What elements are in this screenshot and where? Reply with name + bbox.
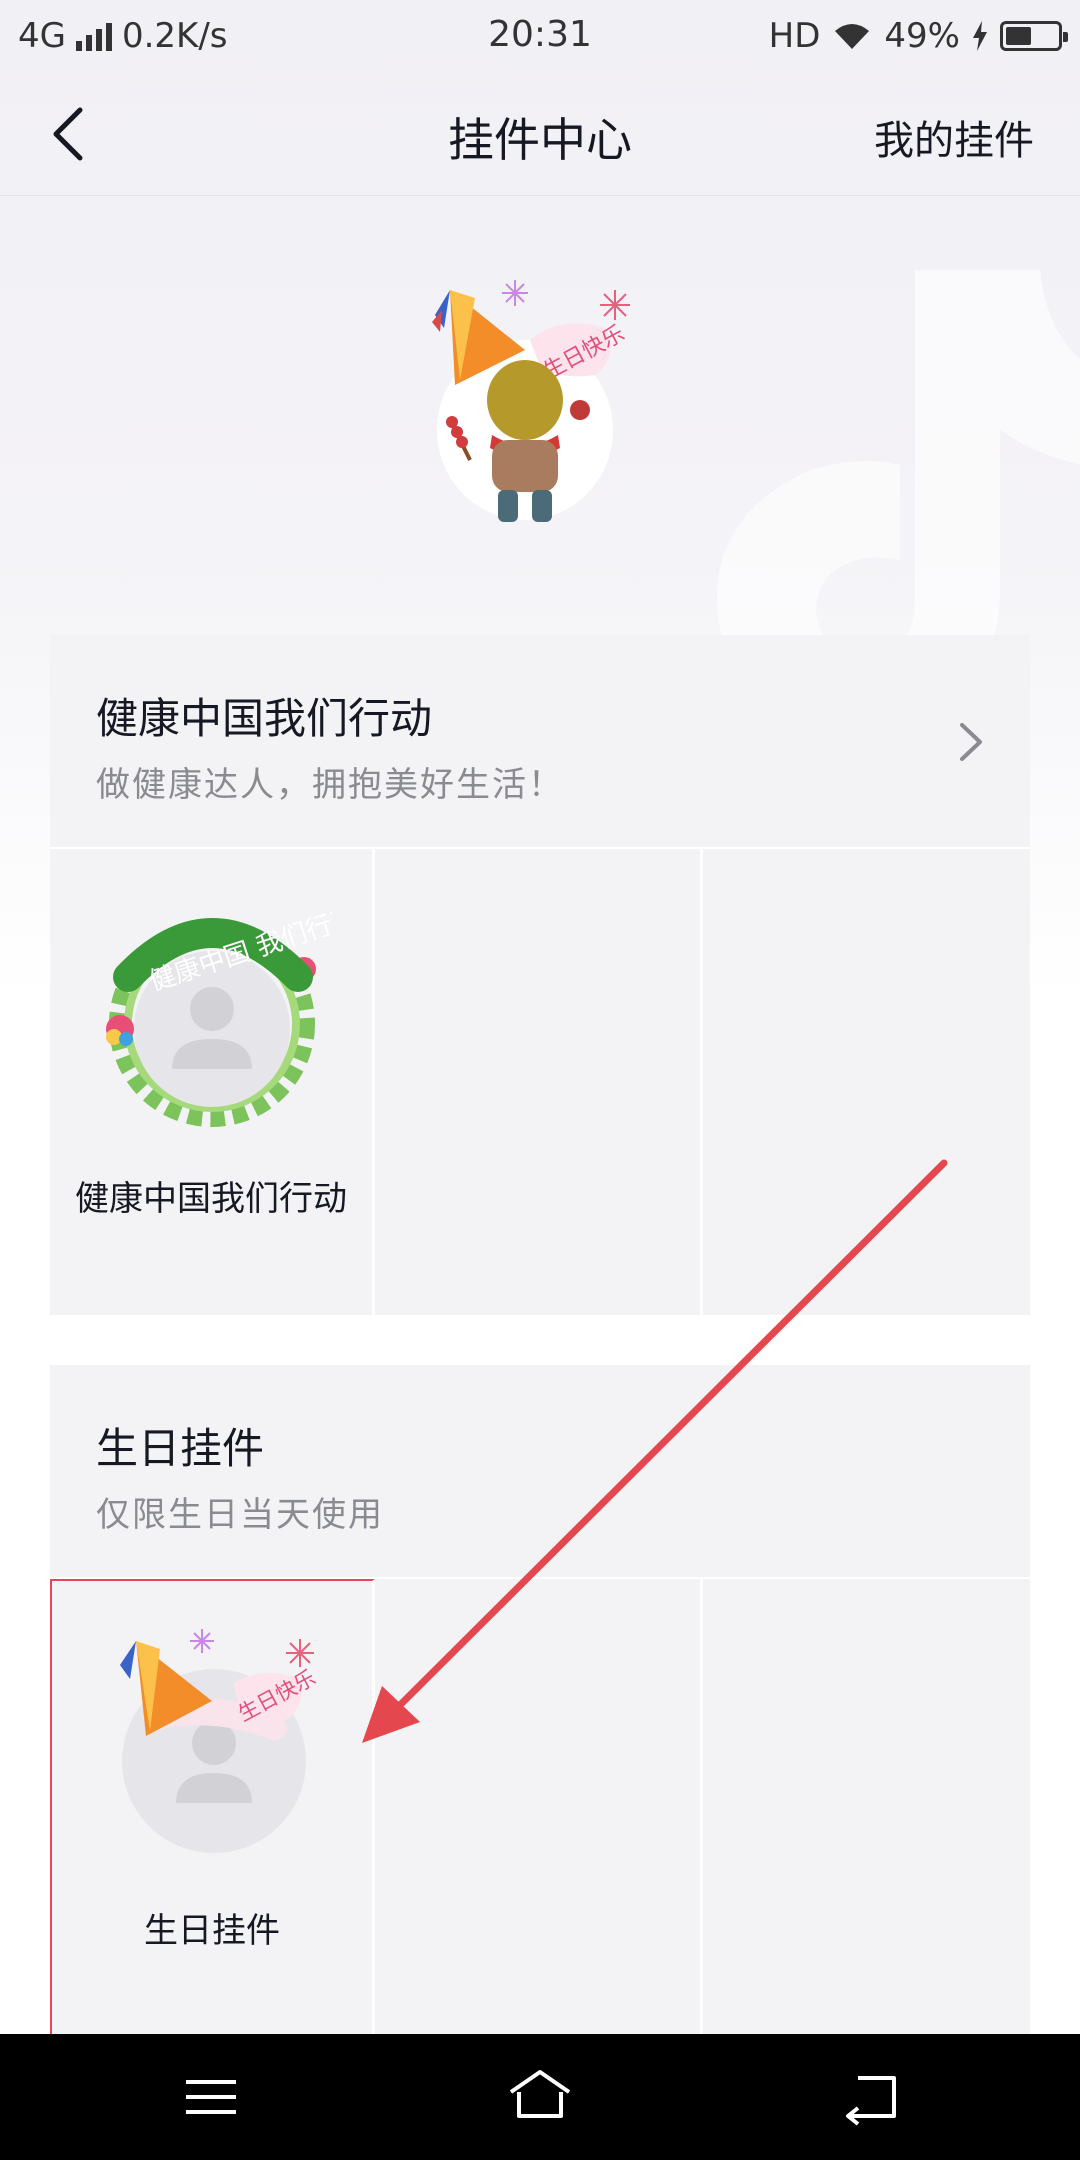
pendant-label: 生日挂件 — [144, 1911, 280, 1951]
health-wreath-pendant-icon: 健康中国 我们行动 — [106, 902, 332, 1127]
pendant-item-empty — [375, 1579, 703, 2035]
chevron-right-icon[interactable] — [954, 717, 990, 767]
my-pendants-button[interactable]: 我的挂件 — [874, 108, 1034, 166]
battery-percent: 49% — [884, 16, 960, 56]
hd-indicator: HD — [768, 16, 821, 56]
home-icon[interactable] — [505, 2064, 575, 2130]
pendant-grid: 生日快乐 生日挂件 — [50, 1579, 1030, 2035]
battery-icon — [1000, 21, 1068, 51]
hero-pendant-preview: 生日快乐 — [430, 270, 650, 540]
system-navigation-bar — [0, 2034, 1080, 2160]
section-header[interactable]: 健康中国我们行动 做健康达人，拥抱美好生活！ — [50, 635, 1030, 849]
section-header: 生日挂件 仅限生日当天使用 — [50, 1365, 1030, 1579]
birthday-hat-pendant-icon: 生日快乐 — [120, 1629, 320, 1853]
menu-icon[interactable] — [176, 2064, 246, 2130]
section-subtitle: 仅限生日当天使用 — [96, 1495, 384, 1535]
pendant-item-empty — [375, 849, 703, 1315]
charging-icon — [973, 21, 987, 51]
birthday-bear-avatar-icon: 生日快乐 — [432, 280, 630, 522]
back-icon[interactable] — [836, 2064, 906, 2130]
section-subtitle: 做健康达人，拥抱美好生活！ — [96, 765, 564, 805]
pendant-item-empty — [703, 1579, 1030, 2035]
pendant-item-birthday[interactable]: 生日快乐 生日挂件 — [50, 1579, 375, 2035]
pendant-item-health-china[interactable]: 健康中国 我们行动 健康中国我们行动 — [50, 849, 375, 1315]
pendant-grid: 健康中国 我们行动 健康中国我们行动 — [50, 849, 1030, 1315]
section-health-china: 健康中国我们行动 做健康达人，拥抱美好生活！ 健康中国 我们行动 健康中国我们行… — [50, 635, 1030, 1315]
wifi-icon — [835, 24, 870, 49]
section-title: 健康中国我们行动 — [96, 694, 433, 743]
section-title: 生日挂件 — [96, 1424, 265, 1473]
pendant-label: 健康中国我们行动 — [75, 1179, 347, 1219]
navigation-bar: 挂件中心 我的挂件 — [0, 74, 1080, 196]
pendant-item-empty — [703, 849, 1030, 1315]
status-bar: 4G 0.2K/s 20:31 HD 49% — [0, 0, 1080, 74]
section-birthday: 生日挂件 仅限生日当天使用 生日快乐 生日挂件 — [50, 1365, 1030, 2035]
